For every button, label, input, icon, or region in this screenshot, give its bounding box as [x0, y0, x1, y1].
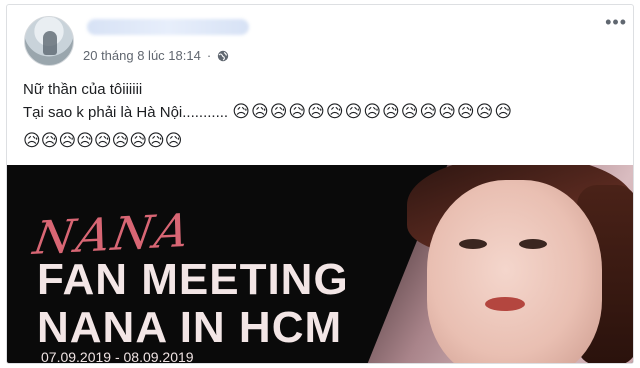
post-text-line2-text: Tại sao k phải là Hà Nội........... [23, 104, 229, 121]
post-text-line1: Nữ thần của tôiiiiii [23, 81, 143, 98]
banner-dates: 07.09.2019 - 08.09.2019 [41, 349, 194, 364]
sad-emoji-row: 😥😥😥😥😥😥😥😥😥 [23, 131, 183, 150]
post-text-line2: Tại sao k phải là Hà Nội........... 😥😥😥😥… [23, 101, 513, 124]
portrait-lips [485, 297, 525, 311]
banner-headline-1: FAN MEETING [37, 255, 349, 304]
author-name-blurred[interactable] [87, 19, 249, 35]
portrait-eye-right [519, 239, 547, 249]
post-timestamp[interactable]: 20 tháng 8 lúc 18:14 [83, 48, 201, 63]
portrait-eye-left [459, 239, 487, 249]
banner-headline-2: NANA IN HCM [37, 303, 343, 352]
post-image-banner[interactable]: NANA FAN MEETING NANA IN HCM 07.09.2019 … [7, 165, 633, 364]
avatar-figure [43, 31, 57, 55]
portrait-face [427, 180, 602, 363]
post-text: Nữ thần của tôiiiiii Tại sao k phải là H… [23, 79, 513, 124]
post-meta: 20 tháng 8 lúc 18:14 · [83, 48, 229, 63]
more-options-icon[interactable]: ••• [605, 13, 627, 31]
sad-emoji-row-inline: 😥😥😥😥😥😥😥😥😥😥😥😥😥😥😥 [232, 102, 514, 121]
facebook-post: 20 tháng 8 lúc 18:14 · ••• Nữ thần của t… [6, 4, 634, 364]
avatar[interactable] [24, 16, 74, 66]
globe-icon[interactable] [217, 50, 229, 62]
separator: · [206, 48, 212, 63]
